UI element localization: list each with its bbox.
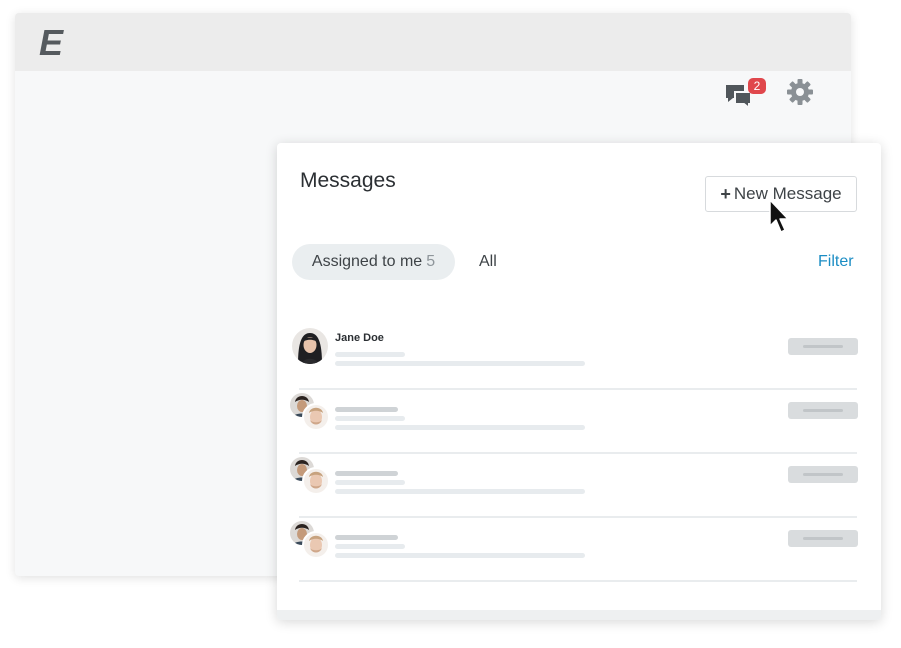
time-placeholder [788,402,858,419]
preview-placeholder [335,361,585,366]
group-avatar [290,456,332,496]
settings-button[interactable] [786,78,814,106]
time-placeholder [788,466,858,483]
tab-all[interactable]: All [479,253,497,271]
avatar [292,328,328,364]
preview-placeholder [335,425,585,430]
tab-assigned-to-me[interactable]: Assigned to me 5 [292,244,455,280]
plus-icon: + [720,183,731,204]
panel-footer [277,610,881,620]
group-avatar [290,392,332,432]
top-bar: E [15,13,851,71]
preview-placeholder [335,544,405,549]
row-divider [299,580,857,582]
tab-count: 5 [426,253,436,270]
app-logo[interactable]: E [39,25,63,61]
panel-title: Messages [300,169,396,192]
conversation-row[interactable] [290,390,858,454]
preview-placeholder [335,416,405,421]
gear-icon [787,79,813,105]
preview-placeholder [335,352,405,357]
name-placeholder [335,471,398,476]
contact-name: Jane Doe [335,332,384,344]
messages-panel: Messages + New Message Assigned to me 5 … [277,143,881,620]
preview-placeholder [335,489,585,494]
unread-badge: 2 [748,78,766,94]
conversation-row[interactable]: Jane Doe [290,326,858,390]
time-placeholder [788,338,858,355]
tab-label: Assigned to me [311,253,423,270]
time-placeholder [788,530,858,547]
preview-placeholder [335,480,405,485]
name-placeholder [335,407,398,412]
name-placeholder [335,535,398,540]
messages-button[interactable]: 2 [725,78,766,110]
conversation-row[interactable] [290,518,858,582]
group-avatar [290,520,332,560]
conversation-row[interactable] [290,454,858,518]
preview-placeholder [335,553,585,558]
mouse-cursor-icon [769,199,789,233]
filter-link[interactable]: Filter [818,253,854,271]
